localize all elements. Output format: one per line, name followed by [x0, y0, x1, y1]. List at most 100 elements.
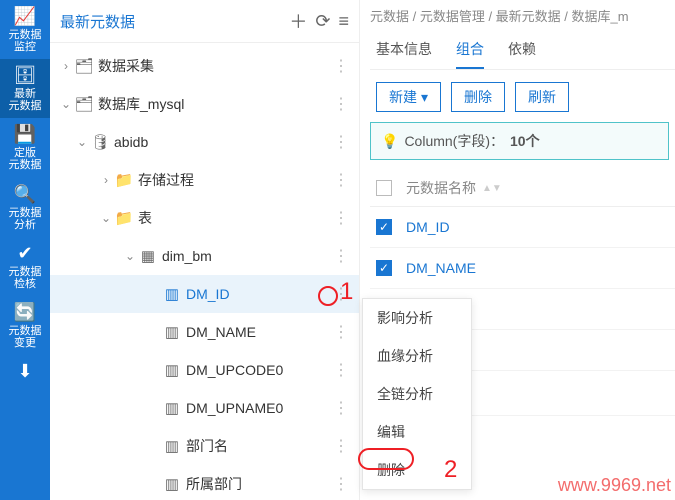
summary-bar: 💡 Column(字段)：10个 [370, 122, 669, 160]
more-icon[interactable]: ⋮ [329, 208, 353, 228]
node-label: DM_ID [186, 286, 329, 302]
navrail-item-4[interactable]: ✔元数据检核 [0, 237, 50, 296]
tree-row-9[interactable]: ▥DM_UPNAME0⋮ [50, 389, 359, 427]
more-icon[interactable]: ⋮ [329, 132, 353, 152]
more-icon[interactable]: ⋮ [329, 322, 353, 342]
more-icon[interactable]: ⋮ [329, 398, 353, 418]
tabs: 基本信息组合依赖 [370, 31, 675, 70]
node-icon: ▦ [138, 247, 158, 265]
sort-icon[interactable]: ▲▼ [482, 183, 502, 194]
tab-2[interactable]: 依赖 [508, 31, 536, 69]
node-label: 存储过程 [138, 170, 329, 190]
tree-row-1[interactable]: ⌄🗂数据库_mysql⋮ [50, 85, 359, 123]
node-label: abidb [114, 134, 329, 150]
tree-row-10[interactable]: ▥部门名⋮ [50, 427, 359, 465]
more-icon[interactable]: ⋮ [329, 474, 353, 494]
watermark: www.9969.net [558, 475, 671, 496]
tree: ›🗂数据采集⋮⌄🗂数据库_mysql⋮⌄🛢abidb⋮›📁存储过程⋮⌄📁表⋮⌄▦… [50, 43, 359, 500]
chevron-down-icon: ▾ [421, 89, 428, 106]
chevron-icon[interactable]: ⌄ [58, 97, 74, 111]
tab-1[interactable]: 组合 [456, 31, 484, 69]
bulb-icon: 💡 [381, 133, 398, 150]
tree-header: 最新元数据 ＋ ⟳ ≡ [50, 0, 359, 43]
node-icon: ▥ [162, 323, 182, 341]
navrail-item-2[interactable]: 💾定版元数据 [0, 118, 50, 177]
add-icon[interactable]: ＋ [289, 8, 307, 34]
node-icon: ▥ [162, 475, 182, 493]
navrail-icon: 🔄 [14, 302, 36, 323]
checkbox[interactable]: ✓ [376, 260, 392, 276]
table-row[interactable]: ✓ DM_ID [370, 207, 675, 248]
more-icon[interactable]: ⋮ [329, 94, 353, 114]
chevron-icon[interactable]: ⌄ [74, 135, 90, 149]
ctx-item-3[interactable]: 编辑 [363, 413, 471, 451]
tree-row-0[interactable]: ›🗂数据采集⋮ [50, 47, 359, 85]
navrail-icon: ✔ [17, 243, 32, 264]
navrail-item-3[interactable]: 🔍元数据分析 [0, 178, 50, 237]
node-icon: 📁 [114, 209, 134, 227]
breadcrumb: 元数据 / 元数据管理 / 最新元数据 / 数据库_m [370, 6, 675, 25]
cell-label: DM_NAME [406, 260, 476, 276]
ctx-item-0[interactable]: 影响分析 [363, 299, 471, 337]
nav-rail: 📈元数据监控🗄最新元数据💾定版元数据🔍元数据分析✔元数据检核🔄元数据变更⬇ [0, 0, 50, 500]
node-icon: 🗂 [74, 57, 94, 75]
ctx-item-1[interactable]: 血缘分析 [363, 337, 471, 375]
tab-0[interactable]: 基本信息 [376, 31, 432, 69]
table-header: 元数据名称 ▲▼ [370, 170, 675, 207]
new-button[interactable]: 新建▾ [376, 82, 441, 112]
node-label: 数据采集 [98, 56, 329, 76]
more-icon[interactable]: ⋮ [329, 56, 353, 76]
chevron-icon[interactable]: ⌄ [122, 249, 138, 263]
node-icon: ▥ [162, 361, 182, 379]
more-icon[interactable]: ⋮ [329, 284, 353, 304]
checkbox-all[interactable] [376, 180, 392, 196]
node-icon: ▥ [162, 285, 182, 303]
tree-row-5[interactable]: ⌄▦dim_bm⋮ [50, 237, 359, 275]
chevron-icon[interactable]: › [58, 59, 74, 73]
node-label: DM_UPNAME0 [186, 400, 329, 416]
refresh-icon[interactable]: ⟳ [315, 11, 330, 32]
tree-row-3[interactable]: ›📁存储过程⋮ [50, 161, 359, 199]
navrail-icon: 🗄 [14, 65, 37, 86]
more-icon[interactable]: ⋮ [329, 246, 353, 266]
table-row[interactable]: ✓ DM_NAME [370, 248, 675, 289]
tree-row-7[interactable]: ▥DM_NAME⋮ [50, 313, 359, 351]
tree-row-8[interactable]: ▥DM_UPCODE0⋮ [50, 351, 359, 389]
toolbar: 新建▾ 删除 刷新 [370, 70, 675, 122]
delete-button[interactable]: 删除 [451, 82, 505, 112]
node-label: DM_UPCODE0 [186, 362, 329, 378]
navrail-item-1[interactable]: 🗄最新元数据 [0, 59, 50, 118]
checkbox[interactable]: ✓ [376, 219, 392, 235]
tree-title: 最新元数据 [60, 11, 281, 32]
node-label: DM_NAME [186, 324, 329, 340]
navrail-item-0[interactable]: 📈元数据监控 [0, 0, 50, 59]
cell-label: DM_ID [406, 219, 450, 235]
node-label: 表 [138, 208, 329, 228]
tree-row-4[interactable]: ⌄📁表⋮ [50, 199, 359, 237]
tree-row-2[interactable]: ⌄🛢abidb⋮ [50, 123, 359, 161]
refresh-button[interactable]: 刷新 [515, 82, 569, 112]
chevron-icon[interactable]: ⌄ [98, 211, 114, 225]
node-label: 数据库_mysql [98, 94, 329, 114]
navrail-item-5[interactable]: 🔄元数据变更 [0, 296, 50, 355]
chevron-icon[interactable]: › [98, 173, 114, 187]
tree-row-11[interactable]: ▥所属部门⋮ [50, 465, 359, 500]
more-icon[interactable]: ⋮ [329, 436, 353, 456]
node-label: 部门名 [186, 436, 329, 456]
node-label: 所属部门 [186, 474, 329, 494]
navrail-icon: 🔍 [14, 184, 36, 205]
more-icon[interactable]: ⋮ [329, 360, 353, 380]
more-icon[interactable]: ⋮ [329, 170, 353, 190]
node-icon: ▥ [162, 399, 182, 417]
node-icon: 🗂 [74, 95, 94, 113]
node-icon: 🛢 [90, 133, 110, 151]
ctx-item-2[interactable]: 全链分析 [363, 375, 471, 413]
navrail-icon: 💾 [14, 124, 36, 145]
tree-panel: 最新元数据 ＋ ⟳ ≡ ›🗂数据采集⋮⌄🗂数据库_mysql⋮⌄🛢abidb⋮›… [50, 0, 360, 500]
node-label: dim_bm [162, 248, 329, 264]
tree-row-6[interactable]: ▥DM_ID⋮ [50, 275, 359, 313]
navrail-item-6[interactable]: ⬇ [0, 355, 50, 390]
navrail-icon: 📈 [14, 6, 36, 27]
menu-icon[interactable]: ≡ [338, 11, 349, 32]
ctx-item-4[interactable]: 删除 [363, 451, 471, 489]
